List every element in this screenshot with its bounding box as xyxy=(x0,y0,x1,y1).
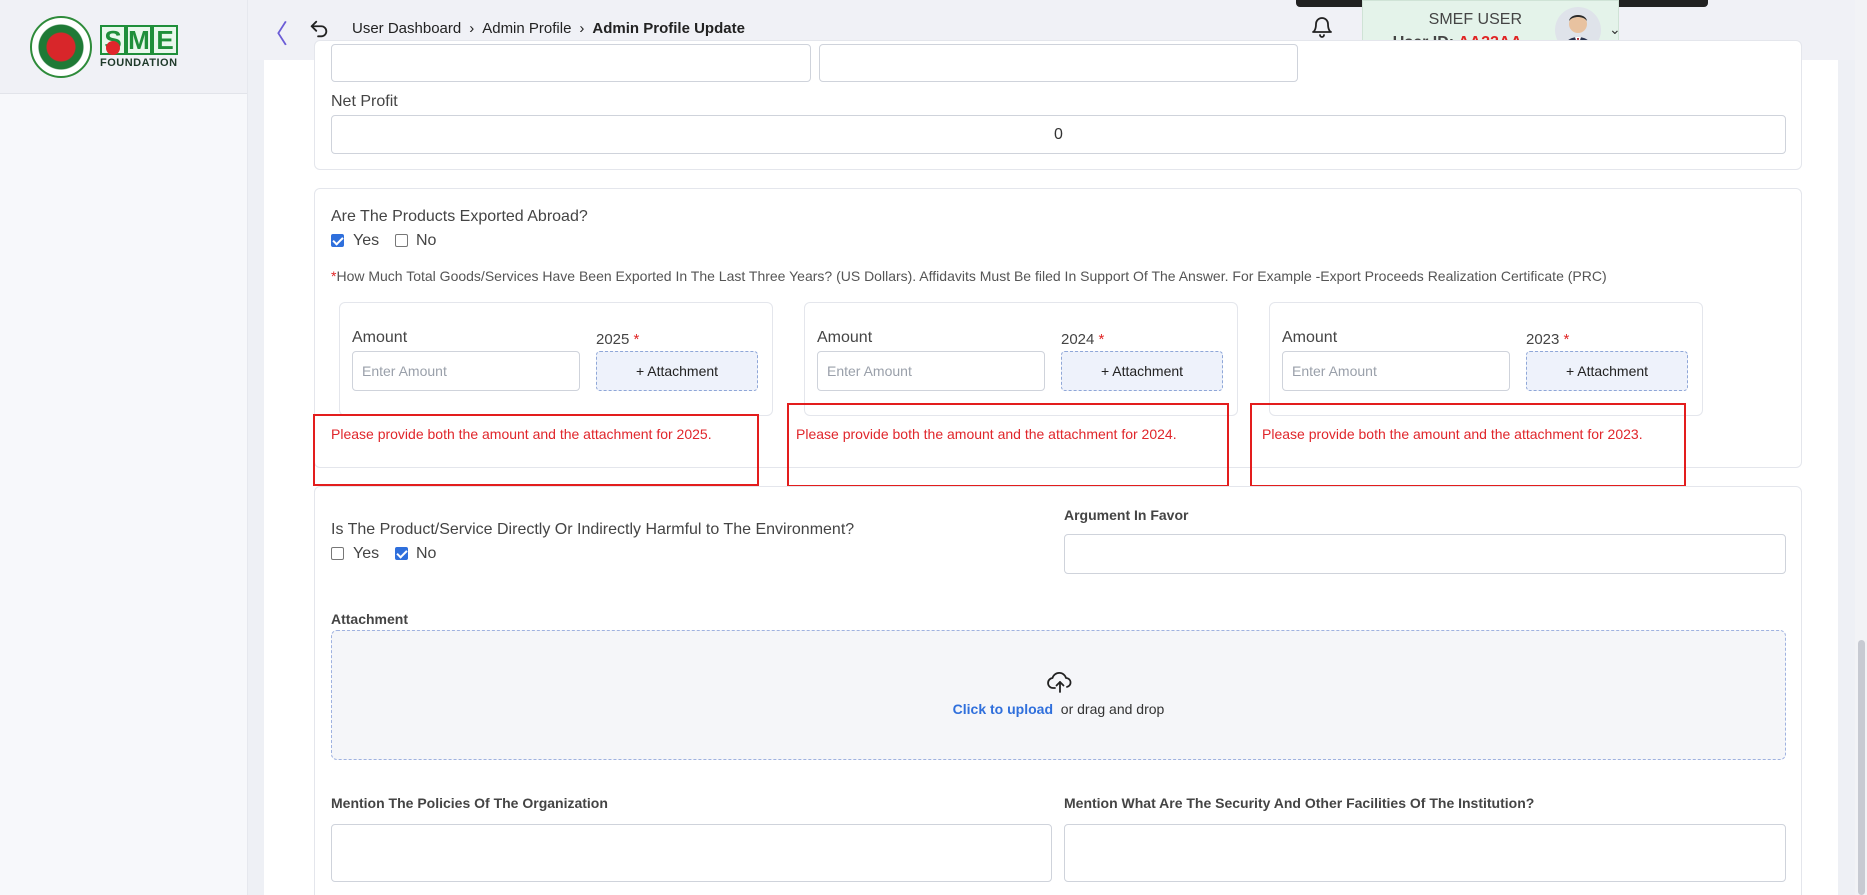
breadcrumb-admin-profile[interactable]: Admin Profile xyxy=(482,20,571,37)
export-yes-label: Yes xyxy=(353,232,380,249)
export-no-checkbox[interactable] xyxy=(395,234,408,247)
error-highlight-2025 xyxy=(313,414,759,486)
policies-textarea[interactable] xyxy=(331,824,1052,882)
export-question: Are The Products Exported Abroad? xyxy=(331,208,588,225)
year-value: 2023 xyxy=(1526,331,1560,348)
click-to-upload-link[interactable]: Click to upload xyxy=(953,701,1053,717)
net-profit-input[interactable] xyxy=(331,115,1786,154)
argument-in-favor-input[interactable] xyxy=(1064,534,1786,574)
user-name: SMEF USER xyxy=(1428,11,1522,28)
argument-in-favor-label: Argument In Favor xyxy=(1064,507,1189,523)
export-no-label: No xyxy=(416,232,437,249)
chevron-down-icon[interactable]: ⌄ xyxy=(1609,21,1621,38)
environment-yes-label: Yes xyxy=(353,545,380,562)
error-message-2023: Please provide both the amount and the a… xyxy=(1262,426,1643,442)
year-label: 2024 * xyxy=(1061,331,1104,348)
financial-input-2[interactable] xyxy=(819,44,1298,82)
export-year-card-2025: Amount 2025 * + Attachment xyxy=(339,302,773,416)
upload-dropzone[interactable]: Click to upload or drag and drop xyxy=(331,630,1786,760)
back-arrow-icon[interactable] xyxy=(308,18,330,40)
attachment-button-2024[interactable]: + Attachment xyxy=(1061,351,1223,391)
sme-foundation-logo[interactable]: S M E FOUNDATION xyxy=(100,24,178,69)
breadcrumb-current: Admin Profile Update xyxy=(592,20,745,37)
sidebar: S M E FOUNDATION xyxy=(0,0,248,895)
sme-letters: S M E xyxy=(100,24,178,55)
government-emblem-logo xyxy=(30,15,92,78)
error-message-2025: Please provide both the amount and the a… xyxy=(331,426,712,442)
error-highlight-2024 xyxy=(787,403,1229,487)
year-value: 2024 xyxy=(1061,331,1095,348)
attachment-label: Attachment xyxy=(331,611,409,627)
export-detail-question: *How Much Total Goods/Services Have Been… xyxy=(331,268,1607,284)
export-detail-text: How Much Total Goods/Services Have Been … xyxy=(336,268,1607,284)
breadcrumb-chevron-icon: › xyxy=(579,20,585,37)
export-yes-checkbox[interactable] xyxy=(331,234,344,247)
attachment-button-2025[interactable]: + Attachment xyxy=(596,351,758,391)
policies-label: Mention The Policies Of The Organization xyxy=(331,795,608,811)
financial-input-1[interactable] xyxy=(331,44,811,82)
year-label: 2025 * xyxy=(596,331,639,348)
security-textarea[interactable] xyxy=(1064,824,1786,882)
year-value: 2025 xyxy=(596,331,630,348)
error-highlight-2023 xyxy=(1250,403,1686,487)
amount-label: Amount xyxy=(1282,329,1338,346)
breadcrumb-chevron-icon: › xyxy=(469,20,475,37)
logo-dot-icon xyxy=(106,40,120,55)
amount-label: Amount xyxy=(817,329,873,346)
drag-drop-text: or drag and drop xyxy=(1060,701,1165,717)
required-mark: * xyxy=(633,331,640,348)
environment-no-label: No xyxy=(416,545,437,562)
attachment-button-2023[interactable]: + Attachment xyxy=(1526,351,1688,391)
year-label: 2023 * xyxy=(1526,331,1569,348)
environment-no-checkbox[interactable] xyxy=(395,547,408,560)
net-profit-label: Net Profit xyxy=(331,93,398,110)
export-year-card-2023: Amount 2023 * + Attachment xyxy=(1269,302,1703,416)
bell-icon[interactable] xyxy=(1310,14,1334,40)
logo-foundation-text: FOUNDATION xyxy=(100,56,178,69)
scrollbar-thumb[interactable] xyxy=(1858,640,1865,895)
sidebar-collapse-icon[interactable]: 〈 xyxy=(262,14,288,51)
logo-letter-e: E xyxy=(152,24,178,55)
amount-input-2024[interactable] xyxy=(817,351,1045,391)
error-message-2024: Please provide both the amount and the a… xyxy=(796,426,1177,442)
required-mark: * xyxy=(1563,331,1570,348)
export-year-card-2024: Amount 2024 * + Attachment xyxy=(804,302,1238,416)
breadcrumb: User Dashboard › Admin Profile › Admin P… xyxy=(352,20,745,37)
security-label: Mention What Are The Security And Other … xyxy=(1064,795,1535,811)
amount-label: Amount xyxy=(352,329,408,346)
required-mark: * xyxy=(1098,331,1105,348)
breadcrumb-user-dashboard[interactable]: User Dashboard xyxy=(352,20,461,37)
cloud-upload-icon xyxy=(1047,672,1072,693)
upload-text: Click to upload or drag and drop xyxy=(332,701,1785,717)
amount-input-2025[interactable] xyxy=(352,351,580,391)
environment-yes-checkbox[interactable] xyxy=(331,547,344,560)
environment-question: Is The Product/Service Directly Or Indir… xyxy=(331,521,855,538)
logo-area: S M E FOUNDATION xyxy=(0,0,247,94)
logo-letter-m: M xyxy=(126,24,152,55)
scrollbar[interactable] xyxy=(1855,0,1867,895)
amount-input-2023[interactable] xyxy=(1282,351,1510,391)
